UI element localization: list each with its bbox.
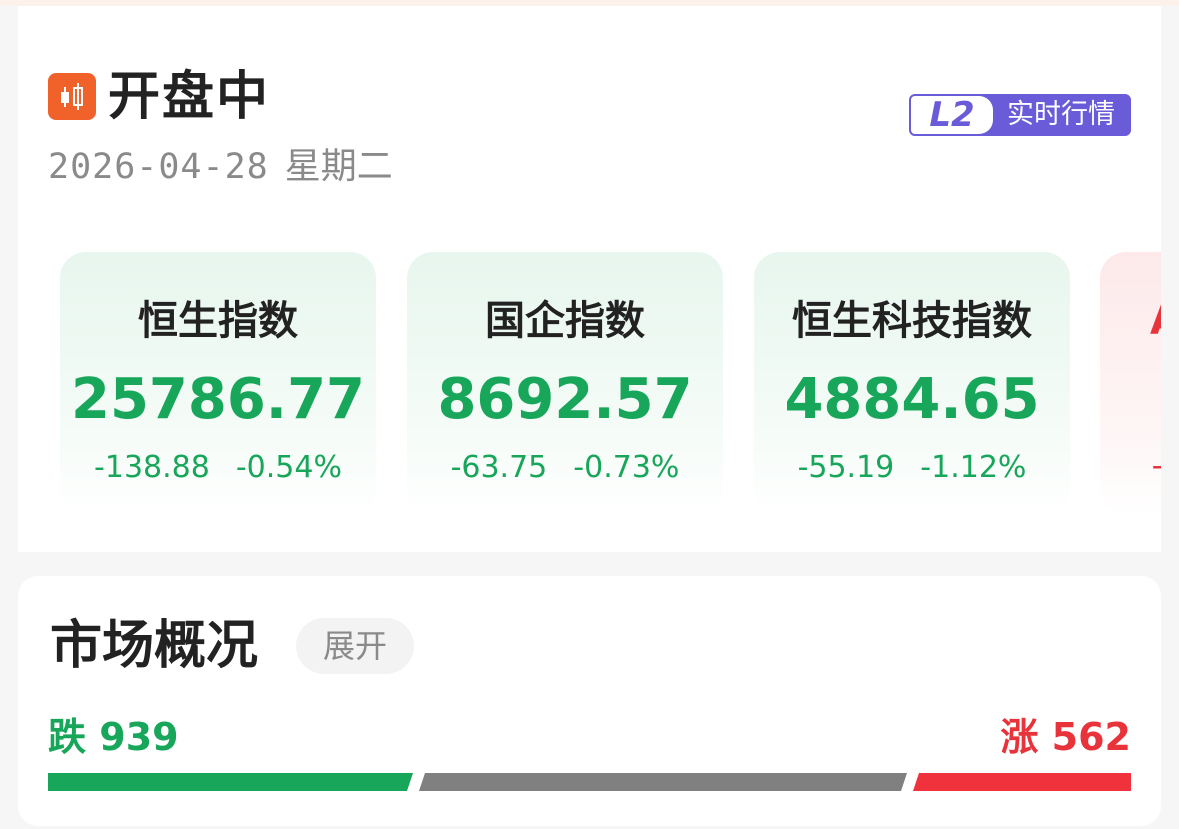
index-change-pct: -0.54%	[235, 450, 342, 485]
advancers-count: 涨 562	[1000, 714, 1131, 760]
index-value: 25786.77	[70, 367, 366, 432]
index-change-pct: -0.73%	[573, 450, 680, 485]
index-change-points: -138.88	[94, 450, 210, 485]
index-card-clip: A +	[1100, 252, 1161, 516]
index-value: 8692.57	[437, 367, 693, 432]
market-breadth-bar	[48, 773, 1131, 791]
index-change: -138.88 -0.54%	[60, 448, 376, 488]
index-name: 恒生指数	[138, 298, 298, 344]
expand-button[interactable]: 展开	[296, 618, 414, 674]
decliners-count: 跌 939	[48, 714, 179, 760]
market-overview-title: 市场概况	[50, 616, 259, 676]
index-name: A	[1100, 296, 1161, 346]
decliners-label: 跌	[48, 715, 87, 759]
index-value: 4884.65	[784, 367, 1040, 432]
breadth-segment-flat	[419, 773, 907, 791]
index-name: 国企指数	[485, 298, 645, 344]
index-change: -63.75 -0.73%	[407, 448, 723, 488]
market-overview-card: 市场概况 展开 跌 939 涨 562	[18, 576, 1161, 826]
index-card-partial[interactable]: A +	[1100, 252, 1161, 516]
decliners-value: 939	[99, 715, 179, 759]
date-line: 2026-04-28 星期二	[48, 145, 393, 189]
index-change: +	[1100, 448, 1161, 488]
trade-weekday: 星期二	[284, 146, 393, 187]
breadth-segment-down	[48, 773, 413, 791]
advancers-value: 562	[1051, 715, 1131, 759]
index-card-hsi[interactable]: 恒生指数 25786.77 -138.88 -0.54%	[60, 252, 376, 516]
breadth-segment-up	[913, 773, 1131, 791]
l2-realtime-badge[interactable]: L2 实时行情	[909, 94, 1131, 136]
index-card-hscei[interactable]: 国企指数 8692.57 -63.75 -0.73%	[407, 252, 723, 516]
realtime-label: 实时行情	[1007, 99, 1115, 130]
index-change-points: +	[1150, 450, 1161, 485]
index-name: 恒生科技指数	[792, 298, 1032, 344]
market-status-title: 开盘中	[108, 67, 271, 127]
index-change-pct: -1.12%	[920, 450, 1027, 485]
candlestick-icon	[48, 73, 96, 120]
index-change-points: -63.75	[450, 450, 548, 485]
advancers-label: 涨	[1000, 715, 1039, 759]
index-change: -55.19 -1.12%	[754, 448, 1070, 488]
index-card-hstech[interactable]: 恒生科技指数 4884.65 -55.19 -1.12%	[754, 252, 1070, 516]
l2-label: L2	[911, 96, 993, 134]
trade-date: 2026-04-28	[48, 147, 269, 187]
index-change-points: -55.19	[797, 450, 895, 485]
